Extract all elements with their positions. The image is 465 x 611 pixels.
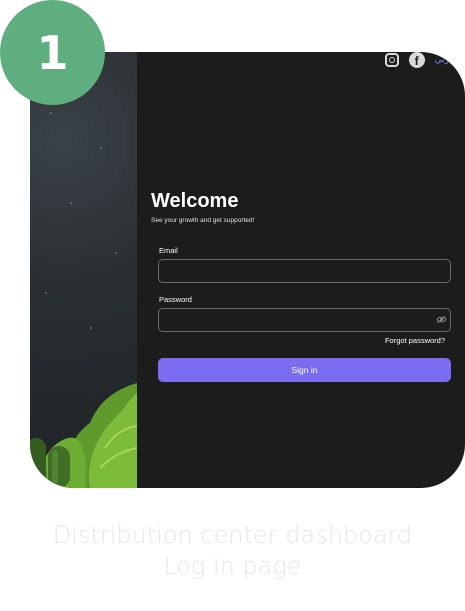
social-links: f عربي (384, 52, 455, 68)
language-switch-link[interactable]: عربي (435, 55, 455, 65)
lettuce-cucumber-illustration (30, 383, 137, 488)
email-field[interactable] (158, 259, 451, 283)
vegetables-photo (30, 52, 137, 488)
instagram-icon[interactable] (384, 53, 399, 67)
password-field[interactable] (158, 308, 451, 332)
email-label: Email (159, 246, 178, 255)
caption-line-2: Log in page (163, 552, 302, 580)
password-label: Password (159, 295, 192, 304)
step-number-badge: 1 (0, 0, 105, 105)
login-screen: f عربي Welcome See your growth and get s… (30, 52, 465, 488)
facebook-icon[interactable]: f (408, 52, 425, 68)
forgot-password-link[interactable]: Forgot password? (385, 336, 445, 345)
toggle-password-visibility-icon[interactable] (436, 315, 447, 324)
sign-in-button[interactable]: Sign in (158, 358, 451, 382)
welcome-subtitle: See your growth and get supported! (151, 217, 255, 224)
caption-line-1: Distribution center dashboard (52, 521, 413, 549)
step-number: 1 (36, 25, 69, 80)
welcome-title: Welcome (151, 190, 239, 212)
